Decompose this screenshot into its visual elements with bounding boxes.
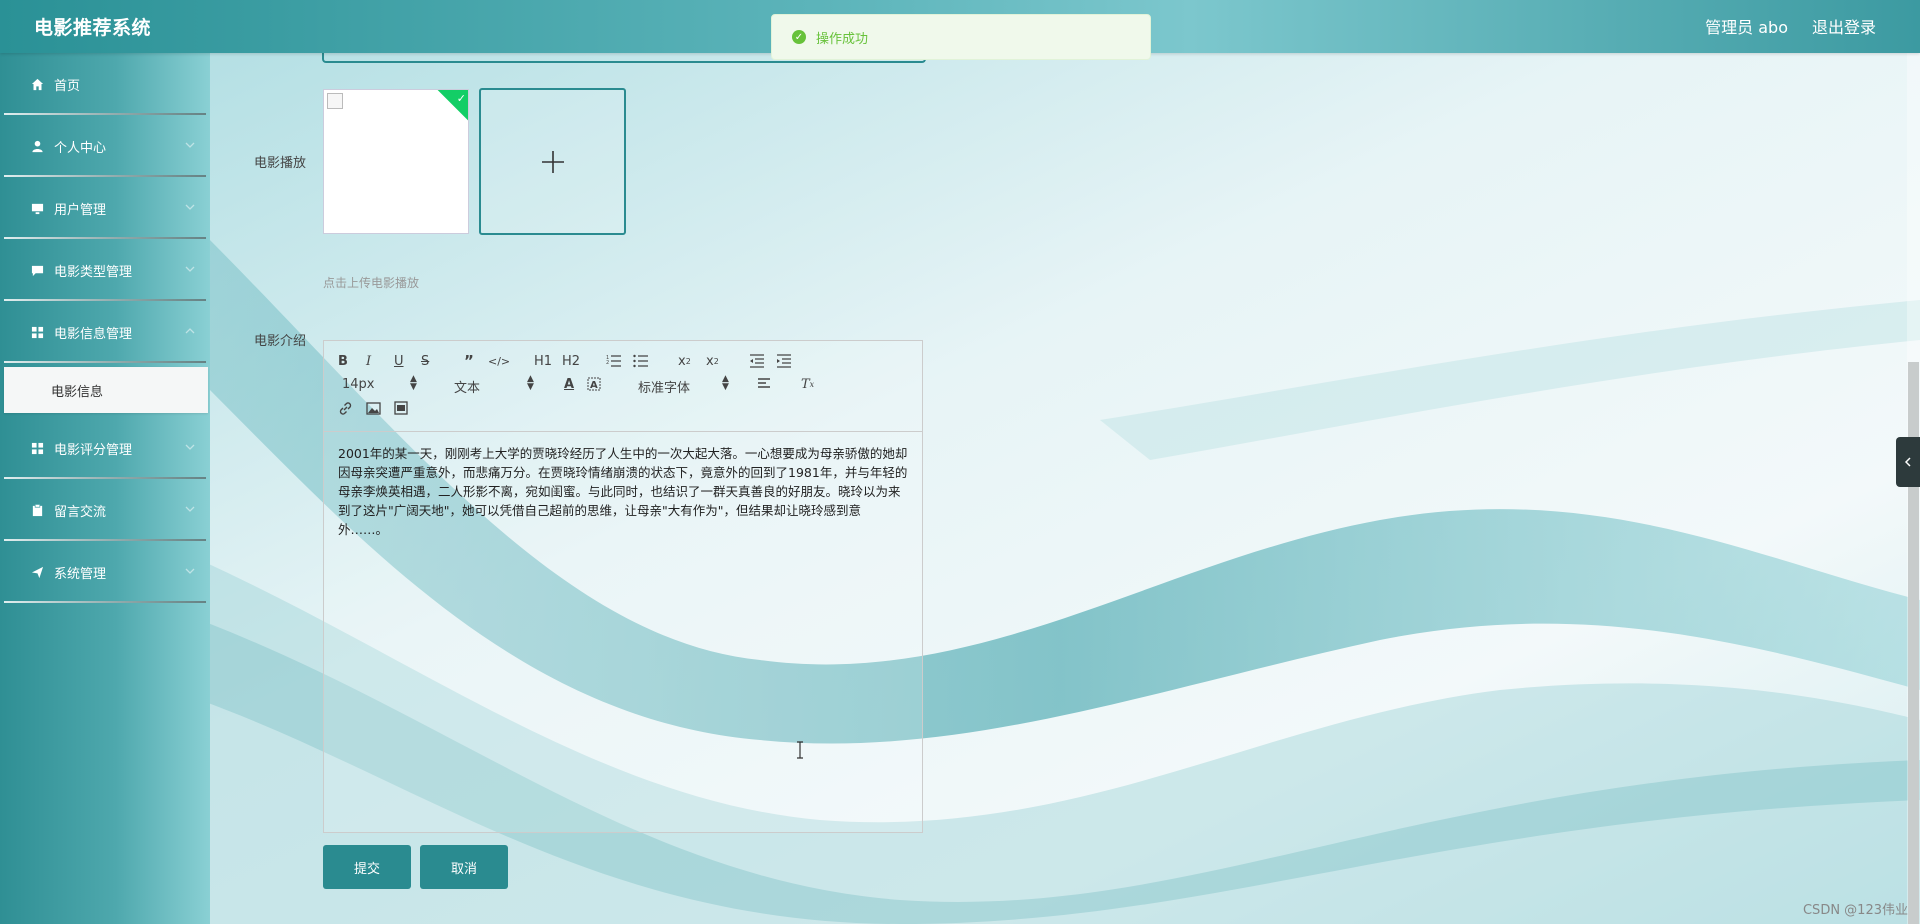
- chevron-down-icon: [185, 142, 195, 148]
- sidebar-item-label: 个人中心: [54, 140, 107, 156]
- italic-button[interactable]: I: [366, 352, 371, 370]
- select-arrows-icon: ▲ ▼: [527, 374, 534, 392]
- upload-hint: 点击上传电影播放: [323, 276, 420, 290]
- select-arrows-icon: ▲ ▼: [722, 374, 729, 392]
- sidebar-item-label: 留言交流: [54, 504, 107, 520]
- sidebar-item-label: 电影类型管理: [54, 264, 133, 280]
- sidebar-item-system-management[interactable]: 系统管理: [0, 541, 210, 603]
- rich-text-editor: B I U S ” </> H1 H2 12 x2 x2 14px ▲ ▼ 文本…: [323, 340, 923, 833]
- sidebar-item-user-management[interactable]: 用户管理: [0, 177, 210, 239]
- indent-icon[interactable]: [776, 352, 792, 370]
- align-icon[interactable]: [757, 375, 771, 393]
- upload-add-button[interactable]: [479, 88, 626, 235]
- blockquote-icon[interactable]: ”: [464, 352, 474, 370]
- sidebar-item-label: 电影信息管理: [54, 326, 133, 342]
- outdent-icon[interactable]: [749, 352, 765, 370]
- sidebar-menu-rest: 电影评分管理 留言交流 系统管理: [0, 417, 210, 603]
- user-area: 管理员 abo 退出登录: [1705, 14, 1876, 38]
- strike-button[interactable]: S: [421, 352, 429, 370]
- video-icon[interactable]: [394, 399, 408, 417]
- image-icon[interactable]: [366, 399, 381, 417]
- success-check-icon: ✓: [792, 30, 806, 44]
- chevron-down-icon: [185, 204, 195, 210]
- movie-intro-label: 电影介绍: [254, 334, 307, 349]
- bullet-list-icon[interactable]: [633, 352, 649, 370]
- underline-button[interactable]: U: [394, 352, 404, 370]
- sidebar-item-label: 首页: [54, 78, 81, 94]
- movie-play-label: 电影播放: [254, 156, 307, 171]
- sidebar-item-home[interactable]: 首页: [0, 53, 210, 115]
- chevron-down-icon: [185, 444, 195, 450]
- cancel-button[interactable]: 取消: [420, 845, 508, 889]
- h2-button[interactable]: H2: [562, 352, 580, 370]
- send-icon: [30, 565, 44, 579]
- plus-icon: [541, 150, 564, 173]
- sidebar-item-movie-info-management[interactable]: 电影信息管理: [0, 301, 210, 363]
- editor-content[interactable]: 2001年的某一天，刚刚考上大学的贾晓玲经历了人生中的一次大起大落。一心想要成为…: [324, 432, 922, 551]
- success-toast: ✓ 操作成功: [771, 14, 1151, 60]
- user-label: 管理员 abo: [1705, 18, 1788, 37]
- submit-button[interactable]: 提交: [323, 845, 411, 889]
- code-icon[interactable]: </>: [488, 352, 510, 370]
- clear-format-icon[interactable]: Tx: [801, 375, 814, 393]
- monitor-icon: [30, 201, 44, 215]
- watermark: CSDN @123伟业: [1802, 903, 1908, 918]
- sidebar-item-personal-center[interactable]: 个人中心: [0, 115, 210, 177]
- sidebar-item-movie-rating-management[interactable]: 电影评分管理: [0, 417, 210, 479]
- sidebar-menu: 首页 个人中心 用户管理 电影类型管理 电影信息管理: [0, 53, 210, 363]
- select-arrows-icon: ▲ ▼: [410, 374, 417, 392]
- chevron-down-icon: [185, 266, 195, 272]
- broken-image-icon: [327, 93, 343, 109]
- editor-toolbar: B I U S ” </> H1 H2 12 x2 x2 14px ▲ ▼ 文本…: [324, 341, 922, 432]
- font-color-icon[interactable]: A: [564, 375, 574, 393]
- home-icon: [30, 77, 44, 91]
- font-family-select[interactable]: 标准字体 ▲ ▼: [638, 374, 734, 397]
- logout-button[interactable]: 退出登录: [1812, 14, 1876, 38]
- grid-icon: [30, 441, 44, 455]
- header-select[interactable]: 文本 ▲ ▼: [454, 374, 538, 397]
- chevron-down-icon: [185, 568, 195, 574]
- chevron-left-icon: [1904, 457, 1911, 467]
- side-collapse-button[interactable]: [1896, 437, 1920, 487]
- font-size-select[interactable]: 14px ▲ ▼: [342, 374, 422, 393]
- svg-text:2: 2: [606, 360, 609, 366]
- user-icon: [30, 139, 44, 153]
- chat-icon: [30, 263, 44, 277]
- chevron-down-icon: [185, 506, 195, 512]
- svg-text:A: A: [590, 380, 598, 391]
- check-icon: ✓: [456, 92, 466, 105]
- bold-button[interactable]: B: [338, 352, 348, 370]
- ordered-list-icon[interactable]: 12: [606, 352, 622, 370]
- sidebar-item-message-board[interactable]: 留言交流: [0, 479, 210, 541]
- chevron-up-icon: [185, 328, 195, 334]
- subscript-icon[interactable]: x2: [678, 352, 691, 370]
- app-title: 电影推荐系统: [34, 17, 152, 39]
- sidebar-item-label: 电影评分管理: [54, 442, 133, 458]
- background-color-icon[interactable]: A: [587, 375, 601, 393]
- clipboard-icon: [30, 503, 44, 517]
- sidebar-item-movie-type-management[interactable]: 电影类型管理: [0, 239, 210, 301]
- uploaded-file-card[interactable]: ✓: [323, 89, 469, 234]
- main-content: 电影播放 ✓ 点击上传电影播放 电影介绍 B I U S ” </> H1 H2…: [210, 45, 1920, 924]
- toast-message: 操作成功: [816, 31, 869, 47]
- link-icon[interactable]: [338, 399, 353, 417]
- sidebar-item-label: 系统管理: [54, 566, 107, 582]
- h1-button[interactable]: H1: [534, 352, 552, 370]
- text-cursor-icon: [797, 741, 803, 759]
- grid-icon: [30, 325, 44, 339]
- sidebar-item-label: 用户管理: [54, 202, 107, 218]
- sidebar-subitem-movie-info[interactable]: 电影信息: [4, 367, 208, 413]
- superscript-icon[interactable]: x2: [706, 352, 719, 370]
- sidebar: 首页 个人中心 用户管理 电影类型管理 电影信息管理 电影信息 电影评分管理 留…: [0, 53, 210, 924]
